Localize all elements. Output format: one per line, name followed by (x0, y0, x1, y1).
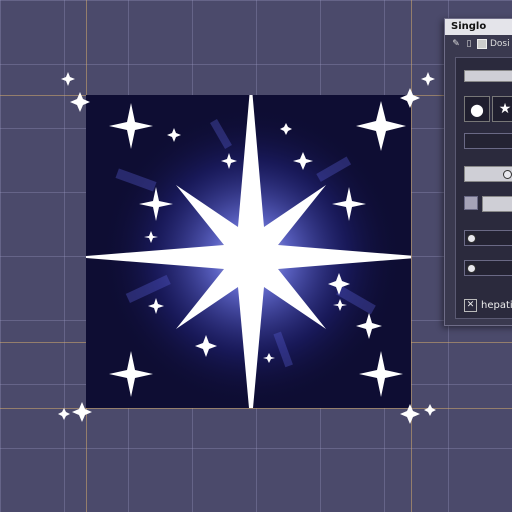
guide-right[interactable] (411, 0, 412, 512)
artboard[interactable] (86, 95, 411, 408)
circle-icon: ● (470, 99, 484, 119)
name-field[interactable] (464, 70, 512, 82)
square-icon[interactable] (477, 39, 487, 49)
star-shape-option[interactable]: ★ (492, 96, 512, 122)
panel-title[interactable]: Singlo (445, 19, 512, 35)
opacity-slider-knob[interactable] (503, 170, 512, 179)
glow-slider-knob[interactable] (467, 234, 476, 243)
properties-panel[interactable]: Singlo ✎ ▯ Dosi ● ★ ✕ hepati (444, 18, 512, 326)
panel-footer[interactable]: ✕ hepati (464, 299, 512, 312)
glow-slider[interactable] (464, 230, 512, 246)
brush-icon[interactable]: ✎ (451, 39, 461, 49)
mode-label: Dosi (490, 39, 510, 49)
color-field[interactable] (482, 196, 512, 212)
panel-controls: ● ★ ✕ hepati (455, 57, 512, 319)
color-swatch[interactable] (464, 196, 478, 210)
layers-icon[interactable]: ▯ (464, 39, 474, 49)
rays-slider-knob[interactable] (467, 264, 476, 273)
sparkle-illustration (86, 95, 411, 408)
opacity-slider[interactable] (464, 166, 512, 182)
close-box-icon[interactable]: ✕ (464, 299, 477, 312)
rays-slider[interactable] (464, 260, 512, 276)
panel-toolbar: ✎ ▯ Dosi (445, 35, 512, 53)
star-icon: ★ (498, 101, 512, 117)
guide-bottom[interactable] (0, 408, 512, 409)
circle-shape-option[interactable]: ● (464, 96, 490, 122)
size-field[interactable] (464, 133, 512, 149)
footer-label: hepati (481, 300, 512, 311)
